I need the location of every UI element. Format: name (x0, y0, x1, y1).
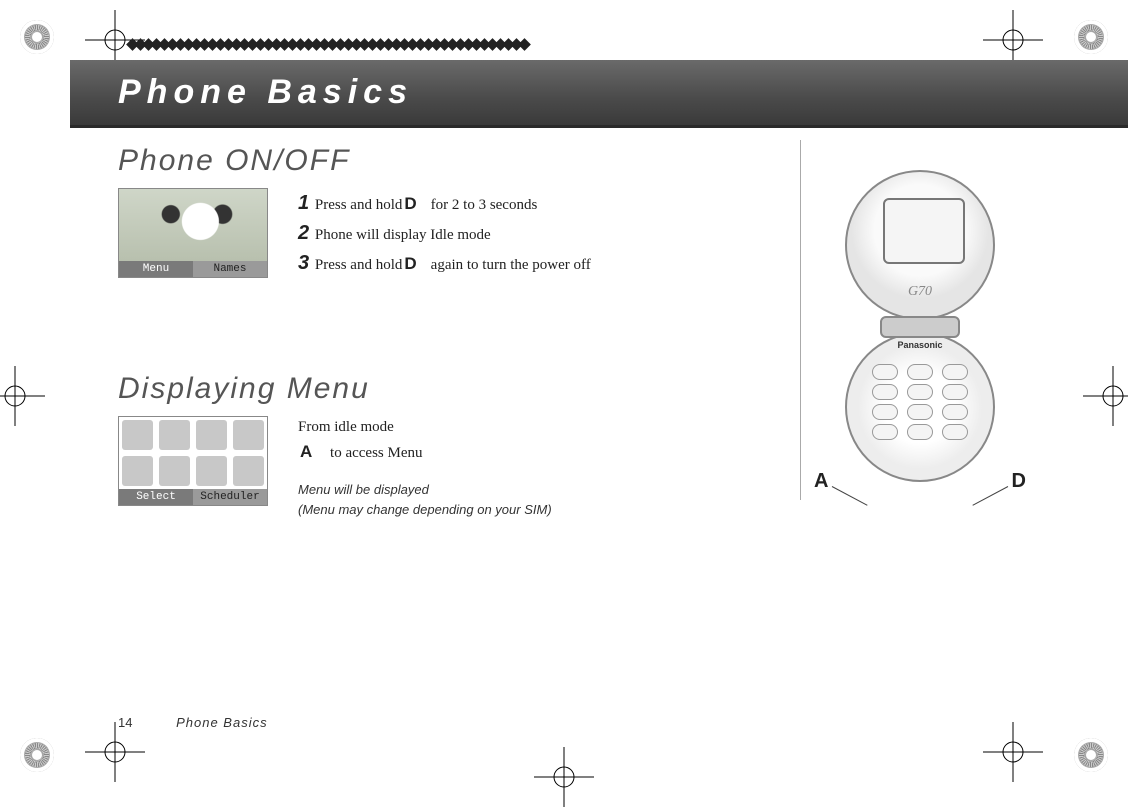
phone-keypad (872, 364, 968, 460)
softkey-right: Names (193, 261, 267, 277)
menu-steps: From idle mode A to access Menu Menu wil… (298, 416, 552, 519)
menu-note: Menu will be displayed (Menu may change … (298, 480, 552, 519)
note-line: (Menu may change depending on your SIM) (298, 500, 552, 520)
note-line: Menu will be displayed (298, 480, 552, 500)
idle-screen-thumbnail: Menu Names (118, 188, 268, 278)
print-rosette (20, 738, 54, 772)
intro-text: From idle mode (298, 416, 552, 439)
phone-keypad-brand: Panasonic (847, 340, 993, 350)
step-number: 3 (298, 252, 309, 274)
page-footer: 14 Phone Basics (118, 715, 268, 730)
softkey-right: Scheduler (193, 489, 267, 505)
action-line: A to access Menu (298, 439, 552, 465)
key-indicator: A (300, 442, 312, 461)
softkey-left: Menu (119, 261, 193, 277)
step-item: 3 Press and holdDagain to turn the power… (298, 248, 591, 278)
decorative-diamond-border (128, 38, 568, 52)
section-heading-menu: Displaying Menu (118, 372, 788, 406)
step-text-post: for 2 to 3 seconds (431, 197, 538, 213)
phone-hinge (880, 316, 960, 338)
menu-screen-thumbnail: Select Scheduler (118, 416, 268, 519)
wallpaper-image (119, 189, 267, 261)
menu-icons-grid (119, 417, 267, 489)
phone-keypad-face: Panasonic (845, 332, 995, 482)
step-text-pre: Press and hold (315, 257, 403, 273)
step-number: 2 (298, 222, 309, 244)
step-number: 1 (298, 192, 309, 214)
phone-screen-brand: G70 (847, 284, 993, 300)
crop-mark (534, 747, 594, 807)
crop-mark (85, 722, 145, 782)
crop-mark (0, 366, 45, 426)
print-rosette (1074, 20, 1108, 54)
print-rosette (20, 20, 54, 54)
footer-section-name: Phone Basics (176, 715, 268, 730)
step-item: 2 Phone will display Idle mode (298, 218, 591, 248)
callout-leader-line (972, 486, 1008, 506)
callout-leader-line (832, 486, 868, 506)
step-text-pre: Phone will display Idle mode (315, 227, 491, 243)
page-number: 14 (118, 715, 132, 730)
callout-label-a: A (814, 470, 828, 493)
step-text-post: again to turn the power off (431, 257, 591, 273)
callout-label-d: D (1012, 470, 1026, 493)
print-rosette (1074, 738, 1108, 772)
phone-flip-screen: G70 (845, 170, 995, 320)
crop-mark (1083, 366, 1128, 426)
step-text-pre: Press and hold (315, 197, 403, 213)
onoff-steps: 1 Press and holdDfor 2 to 3 seconds 2 Ph… (298, 188, 591, 278)
action-text: to access Menu (330, 445, 422, 461)
chapter-title: Phone Basics (118, 73, 413, 112)
crop-mark (983, 722, 1043, 782)
phone-illustration: G70 Panasonic A D (820, 170, 1020, 482)
step-item: 1 Press and holdDfor 2 to 3 seconds (298, 188, 591, 218)
key-indicator: D (404, 194, 416, 213)
key-indicator: D (404, 254, 416, 273)
column-divider (800, 140, 801, 500)
section-heading-onoff: Phone ON/OFF (118, 144, 788, 178)
softkey-left: Select (119, 489, 193, 505)
chapter-title-banner: Phone Basics (70, 60, 1128, 128)
